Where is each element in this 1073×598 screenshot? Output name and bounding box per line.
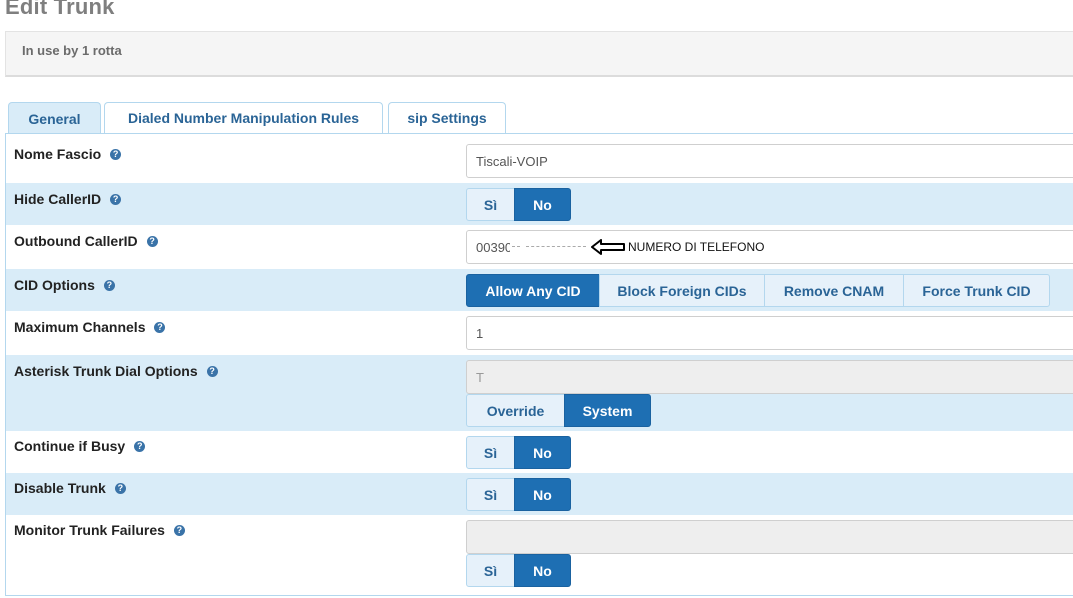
dial-options-toggle: Override System xyxy=(466,394,651,427)
max-channels-label-text: Maximum Channels xyxy=(14,319,146,335)
nome-fascio-label-text: Nome Fascio xyxy=(14,146,102,162)
outbound-callerid-label: Outbound CallerID ? xyxy=(14,233,158,249)
row-max-channels: Maximum Channels ? 1 xyxy=(6,311,1073,355)
row-nome-fascio: Nome Fascio ? Tiscali-VOIP xyxy=(6,134,1073,183)
monitor-failures-label-text: Monitor Trunk Failures xyxy=(14,522,165,538)
block-foreign-cids-button[interactable]: Block Foreign CIDs xyxy=(599,274,765,307)
dial-options-label-text: Asterisk Trunk Dial Options xyxy=(14,363,198,379)
in-use-text: In use by 1 rotta xyxy=(22,43,122,58)
cid-options-group: Allow Any CID Block Foreign CIDs Remove … xyxy=(466,274,1050,307)
disable-trunk-label: Disable Trunk ? xyxy=(14,480,126,496)
hide-callerid-label-text: Hide CallerID xyxy=(14,191,102,207)
help-icon[interactable]: ? xyxy=(154,321,166,333)
continue-busy-toggle: Sì No xyxy=(466,436,571,469)
in-use-info-box: In use by 1 rotta xyxy=(5,31,1073,77)
help-icon[interactable]: ? xyxy=(146,235,158,247)
help-icon[interactable]: ? xyxy=(206,365,218,377)
help-icon[interactable]: ? xyxy=(110,148,122,160)
remove-cnam-button[interactable]: Remove CNAM xyxy=(764,274,904,307)
monitor-failures-input[interactable] xyxy=(466,520,1073,554)
nome-fascio-input[interactable]: Tiscali-VOIP xyxy=(466,144,1073,178)
row-hide-callerid: Hide CallerID ? Sì No xyxy=(6,183,1073,225)
help-icon[interactable]: ? xyxy=(173,524,185,536)
max-channels-value: 1 xyxy=(476,325,484,341)
disable-trunk-toggle: Sì No xyxy=(466,478,571,511)
disable-trunk-si-button[interactable]: Sì xyxy=(466,478,515,511)
help-icon[interactable]: ? xyxy=(103,279,115,291)
allow-any-cid-button[interactable]: Allow Any CID xyxy=(466,274,600,307)
tab-sip-settings[interactable]: sip Settings xyxy=(388,102,506,133)
dial-options-label: Asterisk Trunk Dial Options ? xyxy=(14,363,218,379)
disable-trunk-no-button[interactable]: No xyxy=(514,478,571,511)
help-icon[interactable]: ? xyxy=(134,440,146,452)
continue-busy-label: Continue if Busy ? xyxy=(14,438,146,454)
row-monitor-failures: Monitor Trunk Failures ? Sì No xyxy=(6,515,1073,595)
row-cid-options: CID Options ? Allow Any CID Block Foreig… xyxy=(6,269,1073,311)
hide-callerid-si-button[interactable]: Sì xyxy=(466,188,515,221)
left-arrow-icon xyxy=(591,239,625,255)
hide-callerid-toggle: Sì No xyxy=(466,188,571,221)
max-channels-label: Maximum Channels ? xyxy=(14,319,166,335)
cid-options-label-text: CID Options xyxy=(14,277,95,293)
row-continue-busy: Continue if Busy ? Sì No xyxy=(6,431,1073,473)
help-icon[interactable]: ? xyxy=(110,193,122,205)
hide-callerid-label: Hide CallerID ? xyxy=(14,191,122,207)
continue-busy-no-button[interactable]: No xyxy=(514,436,571,469)
tab-general[interactable]: General xyxy=(8,102,101,134)
panel-bottom-border xyxy=(5,595,1073,596)
disable-trunk-label-text: Disable Trunk xyxy=(14,480,106,496)
continue-busy-label-text: Continue if Busy xyxy=(14,438,126,454)
dial-options-value: T xyxy=(476,369,484,385)
dial-options-input[interactable]: T xyxy=(466,360,1073,394)
override-button[interactable]: Override xyxy=(466,394,565,427)
redacted-number xyxy=(510,240,590,254)
outbound-callerid-value: 00390 xyxy=(476,239,513,255)
monitor-failures-label: Monitor Trunk Failures ? xyxy=(14,522,185,538)
force-trunk-cid-button[interactable]: Force Trunk CID xyxy=(903,274,1050,307)
hide-callerid-no-button[interactable]: No xyxy=(514,188,571,221)
outbound-callerid-label-text: Outbound CallerID xyxy=(14,233,138,249)
monitor-failures-si-button[interactable]: Sì xyxy=(466,554,515,587)
annotation-text: NUMERO DI TELEFONO xyxy=(628,240,765,254)
help-icon[interactable]: ? xyxy=(114,482,126,494)
max-channels-input[interactable]: 1 xyxy=(466,316,1073,350)
nome-fascio-value: Tiscali-VOIP xyxy=(476,153,548,169)
continue-busy-si-button[interactable]: Sì xyxy=(466,436,515,469)
tab-dialed-number-rules[interactable]: Dialed Number Manipulation Rules xyxy=(104,102,383,133)
monitor-failures-no-button[interactable]: No xyxy=(514,554,571,587)
page-title: Edit Trunk xyxy=(5,0,115,19)
row-dial-options: Asterisk Trunk Dial Options ? T Override… xyxy=(6,355,1073,431)
monitor-failures-toggle: Sì No xyxy=(466,554,571,587)
row-disable-trunk: Disable Trunk ? Sì No xyxy=(6,473,1073,515)
cid-options-label: CID Options ? xyxy=(14,277,115,293)
nome-fascio-label: Nome Fascio ? xyxy=(14,146,122,162)
system-button[interactable]: System xyxy=(564,394,651,427)
